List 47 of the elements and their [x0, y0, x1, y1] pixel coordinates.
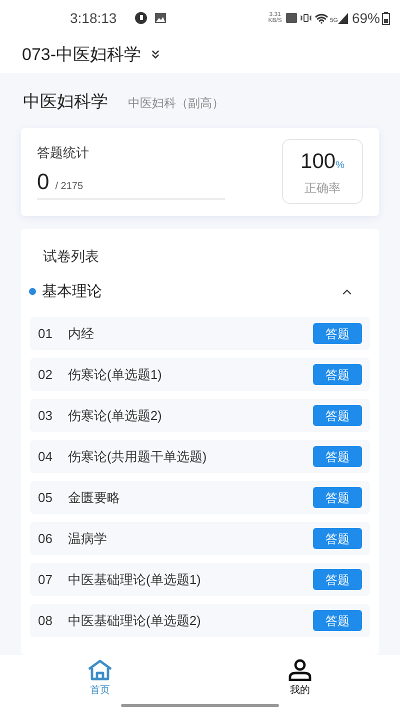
paper-number: 07	[38, 570, 54, 589]
paper-number: 08	[38, 612, 54, 630]
paper-number: 01	[38, 324, 54, 343]
paper-row[interactable]: 07 中医基础理论(单选题1) 答题	[30, 563, 370, 596]
paper-row[interactable]: 03 伤寒论(单选题2) 答题	[30, 399, 370, 432]
subject-name: 中医妇科学	[23, 91, 108, 113]
paper-name: 金匮要略	[68, 488, 120, 507]
section-title: 基本理论	[42, 282, 102, 302]
paper-row[interactable]: 04 伤寒论(共用题干单选题) 答题	[30, 440, 370, 473]
battery-percent: 69%	[352, 8, 380, 28]
notification-icon	[134, 12, 147, 24]
paper-name: 伤寒论(单选题2)	[68, 406, 162, 425]
person-icon	[288, 659, 312, 681]
paper-number: 04	[38, 448, 54, 466]
paper-row[interactable]: 01 内经 答题	[30, 317, 370, 350]
paper-name: 中医基础理论(单选题1)	[68, 570, 201, 589]
paper-number: 06	[38, 530, 54, 548]
accuracy-unit: %	[336, 158, 344, 173]
paper-name: 伤寒论(共用题干单选题)	[68, 448, 207, 466]
paper-number: 03	[38, 406, 54, 425]
paper-name: 中医基础理论(单选题2)	[68, 612, 201, 630]
tab-item[interactable]: 首页	[0, 655, 200, 711]
subject-category: 中医妇科（副高）	[128, 95, 224, 112]
paper-number: 05	[38, 488, 54, 507]
status-time: 3:18:13	[70, 8, 117, 28]
paper-row[interactable]: 02 伤寒论(单选题1) 答题	[30, 358, 370, 391]
tab-item[interactable]: 我的	[200, 655, 400, 711]
paper-name: 温病学	[68, 530, 107, 548]
home-icon	[87, 659, 113, 681]
paper-row[interactable]: 05 金匮要略 答题	[30, 481, 370, 514]
vibrate-icon	[300, 12, 312, 24]
accuracy-value: 100	[300, 148, 336, 175]
paper-row[interactable]: 08 中医基础理论(单选题2) 答题	[30, 604, 370, 637]
signal-icon	[338, 12, 348, 24]
paper-name: 伤寒论(单选题1)	[68, 366, 162, 384]
image-icon	[154, 13, 166, 23]
total-count: / 2175	[55, 180, 84, 194]
paper-row[interactable]: 06 温病学 答题	[30, 522, 370, 555]
battery-icon	[382, 12, 390, 24]
stats-label: 答题统计	[37, 144, 90, 162]
paper-name: 内经	[68, 324, 94, 343]
answered-count: 0	[37, 170, 50, 194]
paper-number: 02	[38, 366, 54, 384]
course-title: 073-中医妇科学	[22, 44, 142, 66]
list-title: 试卷列表	[43, 246, 100, 266]
accuracy-label: 正确率	[304, 180, 340, 198]
wifi-icon	[314, 12, 328, 24]
